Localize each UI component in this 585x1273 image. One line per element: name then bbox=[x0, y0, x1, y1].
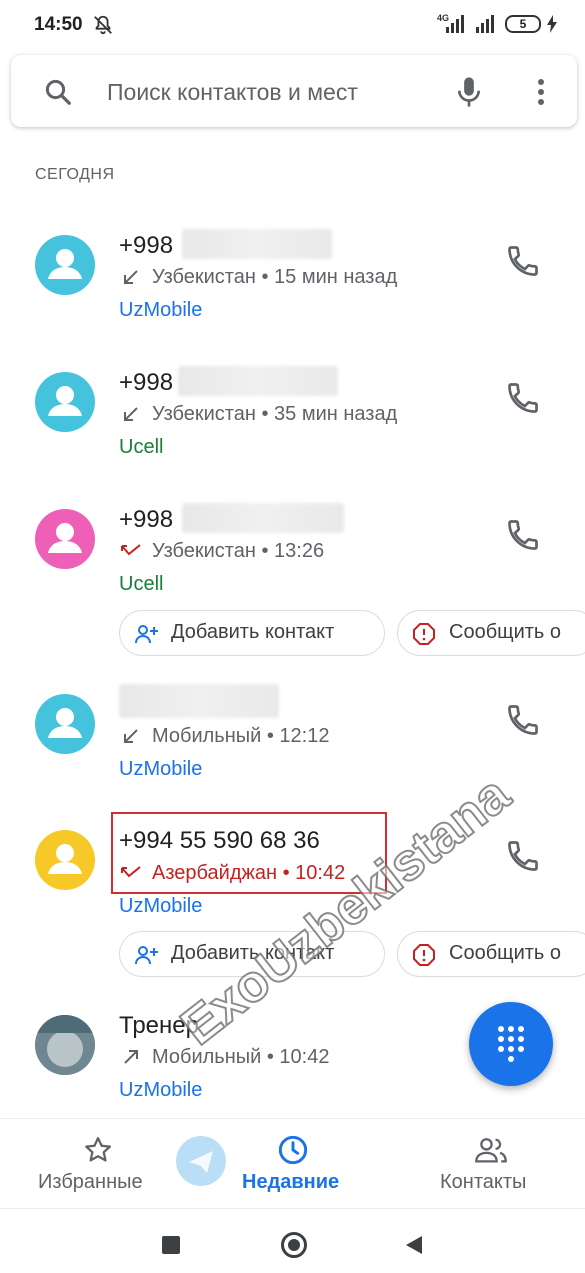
incoming-call-icon bbox=[124, 407, 138, 421]
add-contact-label: Добавить контакт bbox=[171, 942, 335, 964]
call-detail: Узбекистан • 15 мин назад bbox=[152, 266, 398, 288]
avatar[interactable] bbox=[35, 509, 95, 569]
dialpad-button[interactable] bbox=[469, 1002, 553, 1086]
report-button[interactable]: Сообщить о bbox=[397, 931, 585, 977]
watermark-logo bbox=[176, 1136, 226, 1186]
person-icon bbox=[48, 844, 82, 874]
report-label: Сообщить о bbox=[449, 942, 562, 964]
redacted-number bbox=[182, 229, 332, 259]
person-icon bbox=[48, 249, 82, 279]
outgoing-call-icon bbox=[124, 1050, 138, 1064]
dialpad-icon bbox=[498, 1026, 524, 1062]
call-button-phone-icon[interactable] bbox=[505, 380, 541, 416]
add-contact-button[interactable]: Добавить контакт bbox=[119, 610, 385, 656]
mic-icon[interactable] bbox=[454, 75, 484, 109]
bottom-navigation: Избранные Недавние Контакты bbox=[0, 1118, 585, 1209]
tab-recents-label: Недавние bbox=[242, 1171, 340, 1193]
more-options-icon[interactable] bbox=[531, 77, 551, 107]
tab-favorites[interactable]: Избранные bbox=[0, 1119, 195, 1209]
call-detail: Мобильный • 12:12 bbox=[152, 725, 330, 747]
call-log-item[interactable]: +998 Узбекистан • 15 мин назад UzMobile bbox=[0, 215, 585, 335]
paper-plane-icon bbox=[189, 1151, 213, 1173]
redacted-name bbox=[119, 684, 279, 718]
tab-contacts-label: Контакты bbox=[440, 1171, 527, 1193]
incoming-call-icon bbox=[124, 270, 138, 284]
report-icon bbox=[413, 623, 435, 645]
carrier-label: Ucell bbox=[119, 436, 164, 458]
highlight-box bbox=[111, 812, 387, 894]
avatar[interactable] bbox=[35, 1015, 95, 1075]
caller-number: +998 bbox=[119, 232, 174, 259]
tab-favorites-label: Избранные bbox=[38, 1171, 143, 1193]
add-contact-button[interactable]: Добавить контакт bbox=[119, 931, 385, 977]
search-icon[interactable] bbox=[43, 77, 73, 107]
call-detail: Мобильный • 10:42 bbox=[152, 1046, 330, 1068]
call-button-phone-icon[interactable] bbox=[505, 517, 541, 553]
search-input[interactable]: Поиск контактов и мест bbox=[107, 79, 358, 106]
person-icon bbox=[48, 523, 82, 553]
report-icon bbox=[413, 944, 435, 966]
recent-apps-icon[interactable] bbox=[162, 1236, 180, 1254]
call-button-phone-icon[interactable] bbox=[505, 243, 541, 279]
clock-icon bbox=[278, 1135, 308, 1165]
person-icon bbox=[48, 708, 82, 738]
contact-photo bbox=[35, 1015, 95, 1075]
carrier-label: Ucell bbox=[119, 573, 164, 595]
signal-icon bbox=[446, 15, 464, 33]
battery-icon: 5 bbox=[505, 15, 541, 33]
redacted-number bbox=[182, 503, 344, 533]
person-icon bbox=[48, 386, 82, 416]
missed-call-icon bbox=[121, 544, 141, 556]
contacts-people-icon bbox=[475, 1138, 507, 1163]
call-button-phone-icon[interactable] bbox=[505, 702, 541, 738]
star-icon bbox=[85, 1137, 111, 1162]
avatar[interactable] bbox=[35, 830, 95, 890]
avatar[interactable] bbox=[35, 235, 95, 295]
signal-icon-2 bbox=[476, 15, 494, 33]
carrier-label: UzMobile bbox=[119, 299, 203, 321]
add-person-icon bbox=[135, 946, 158, 965]
caller-name: Тренер bbox=[119, 1012, 199, 1039]
charging-icon bbox=[547, 15, 557, 33]
report-button[interactable]: Сообщить о bbox=[397, 610, 585, 656]
status-bar: 14:50 4G 5 bbox=[0, 0, 585, 50]
carrier-label: UzMobile bbox=[119, 758, 203, 780]
redacted-number bbox=[178, 366, 338, 396]
incoming-call-icon bbox=[124, 729, 138, 743]
report-label: Сообщить о bbox=[449, 621, 562, 643]
add-contact-label: Добавить контакт bbox=[171, 621, 335, 643]
system-navigation-bar bbox=[0, 1208, 585, 1273]
add-person-icon bbox=[135, 625, 158, 644]
section-header-today: СЕГОДНЯ bbox=[35, 166, 115, 183]
call-log-item[interactable]: +998 Узбекистан • 13:26 Ucell Добавить к… bbox=[0, 489, 585, 669]
avatar[interactable] bbox=[35, 372, 95, 432]
call-detail: Узбекистан • 13:26 bbox=[152, 540, 325, 562]
call-detail: Узбекистан • 35 мин назад bbox=[152, 403, 398, 425]
back-icon[interactable] bbox=[404, 1235, 424, 1255]
avatar[interactable] bbox=[35, 694, 95, 754]
search-bar[interactable]: Поиск контактов и мест bbox=[11, 55, 577, 127]
caller-number: +998 bbox=[119, 369, 174, 396]
call-log-item[interactable]: +998 Узбекистан • 35 мин назад Ucell bbox=[0, 352, 585, 472]
status-time: 14:50 bbox=[34, 14, 83, 35]
call-button-phone-icon[interactable] bbox=[505, 838, 541, 874]
home-button-icon[interactable] bbox=[281, 1232, 307, 1258]
call-log-item[interactable]: Мобильный • 12:12 UzMobile bbox=[0, 674, 585, 794]
carrier-label: UzMobile bbox=[119, 1079, 203, 1101]
bell-off-icon bbox=[94, 15, 112, 35]
caller-number: +998 bbox=[119, 506, 174, 533]
carrier-label: UzMobile bbox=[119, 895, 203, 917]
tab-contacts[interactable]: Контакты bbox=[390, 1119, 585, 1209]
